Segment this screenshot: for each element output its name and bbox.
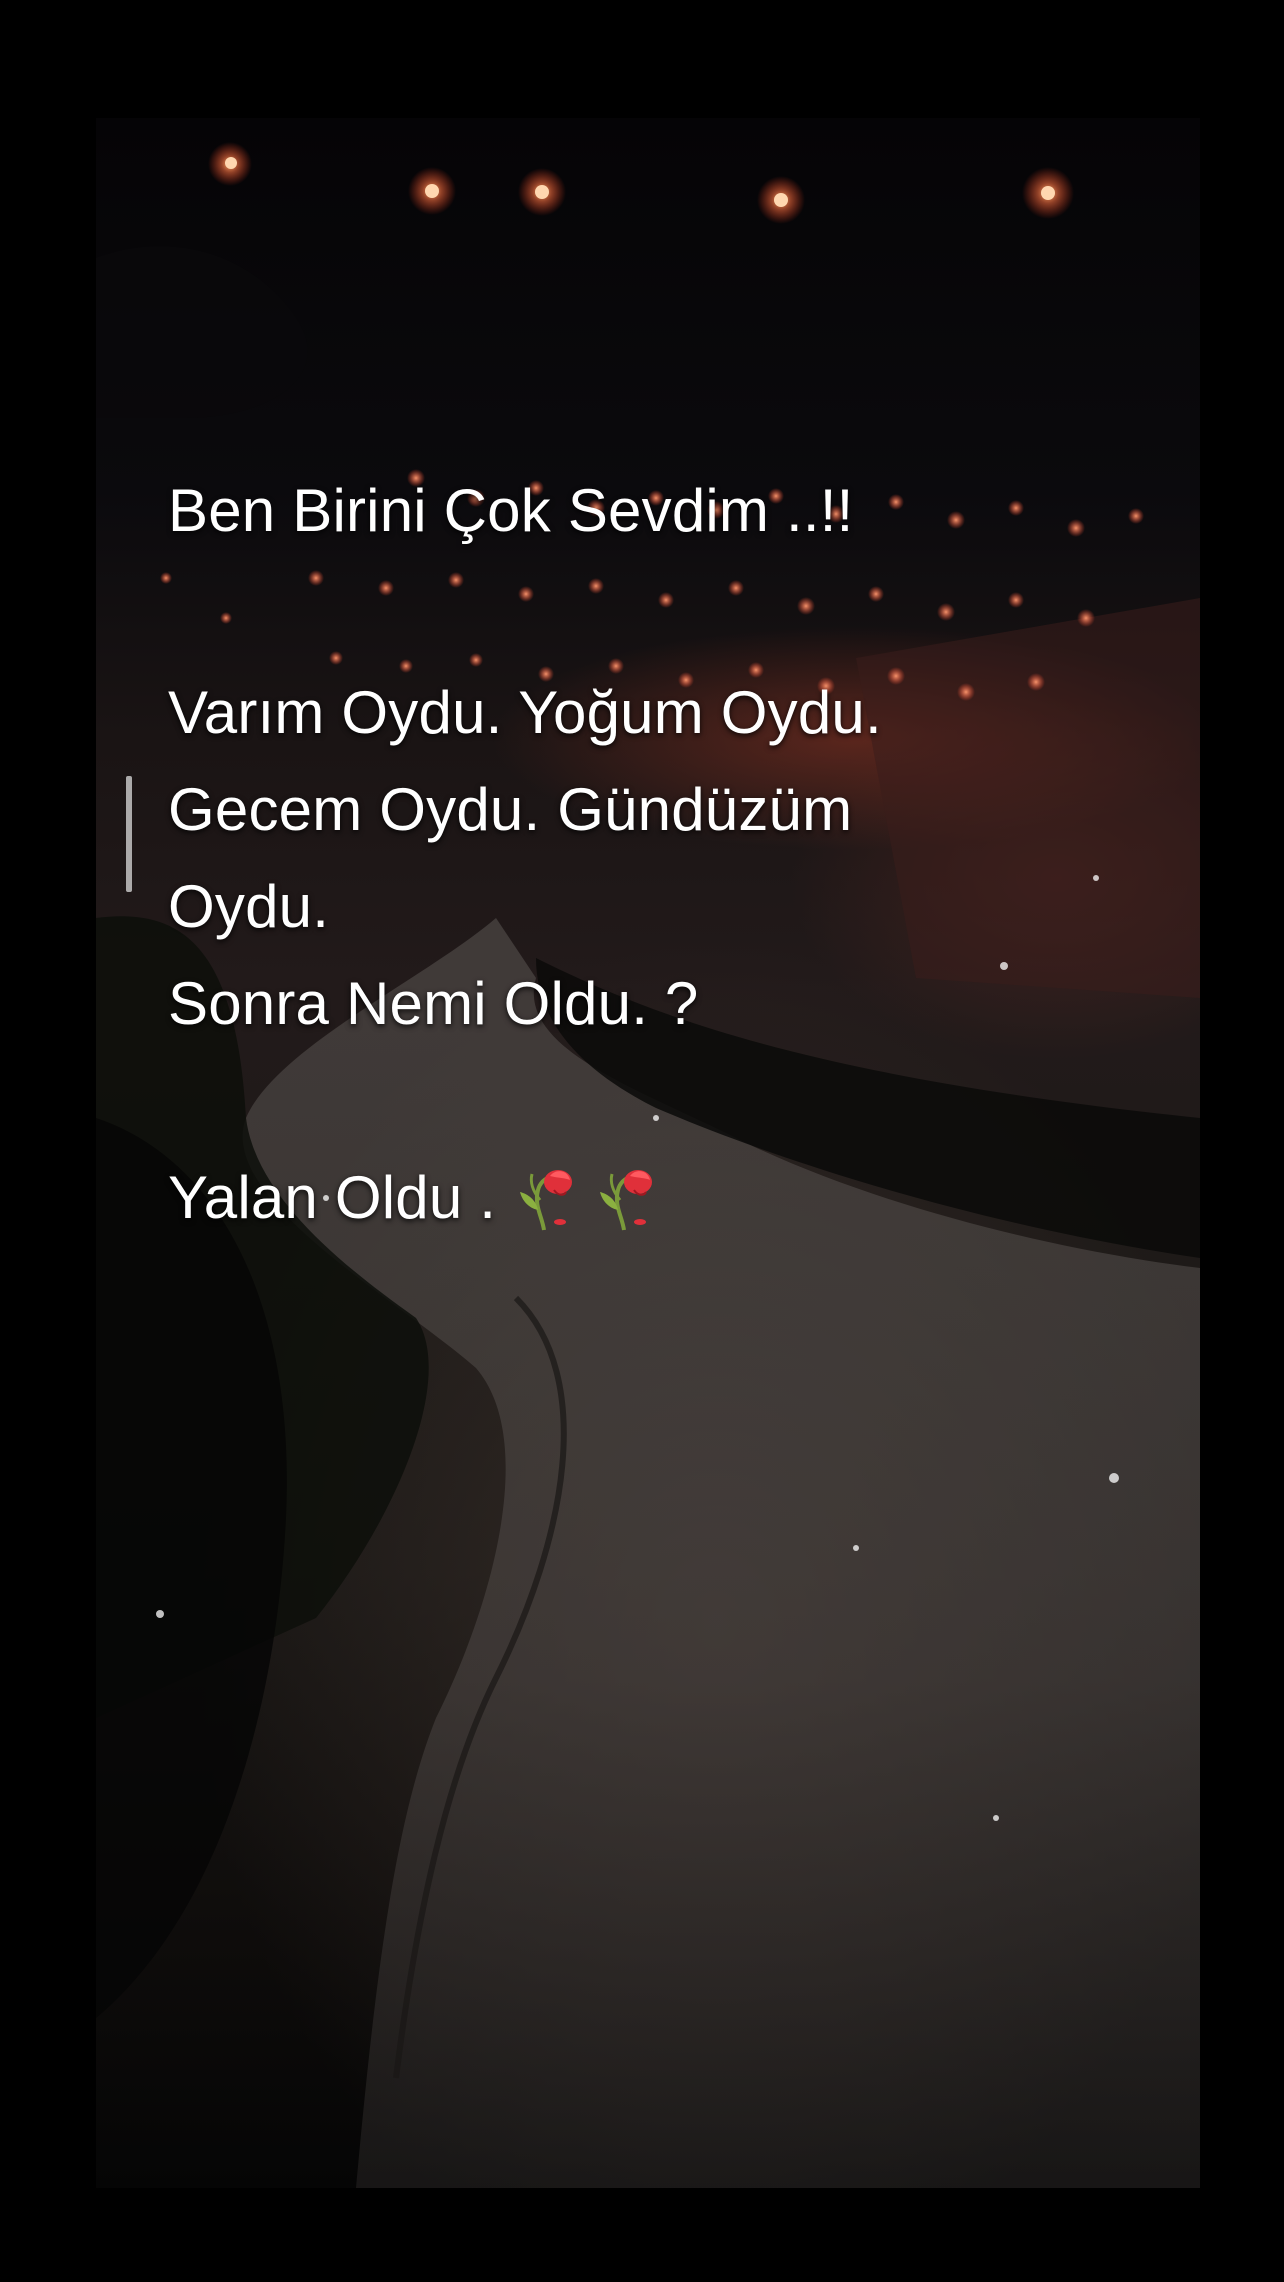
caption-line-4: Oydu. xyxy=(168,873,330,940)
caption-line-6: Yalan Oldu . xyxy=(168,1164,497,1231)
caption-line-3: Gecem Oydu. Gündüzüm xyxy=(168,776,853,843)
text-cursor-bar xyxy=(126,776,132,892)
caption-line-6-wrap: Yalan Oldu . xyxy=(168,1149,1168,1246)
caption-gap xyxy=(168,656,1168,664)
wilted-rose-icon xyxy=(594,1160,656,1232)
caption-line-5: Sonra Nemi Oldu. ? xyxy=(168,970,699,1037)
video-frame: Ben Birini Çok Sevdim ..!! Varım Oydu. Y… xyxy=(0,0,1284,2282)
wilted-rose-icon xyxy=(514,1160,576,1232)
caption-line-1: Ben Birini Çok Sevdim ..!! xyxy=(168,477,854,544)
quote-caption: Ben Birini Çok Sevdim ..!! Varım Oydu. Y… xyxy=(168,462,1168,1246)
caption-line-2: Varım Oydu. Yoğum Oydu. xyxy=(168,679,882,746)
